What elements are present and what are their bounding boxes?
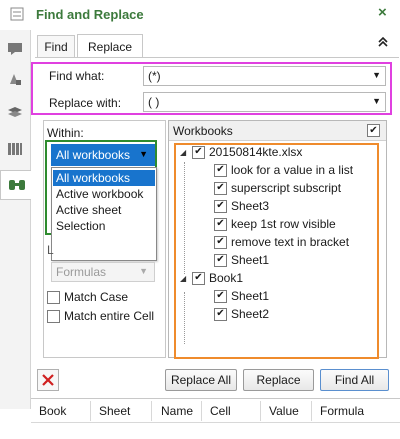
replace-with-value: ( )	[148, 95, 160, 109]
find-all-button[interactable]: Find All	[320, 369, 389, 391]
sheet-name: remove text in bracket	[231, 235, 350, 249]
column-divider	[90, 401, 91, 421]
workbook-checkbox[interactable]: ✔	[192, 271, 205, 285]
sheet-name: Sheet3	[231, 199, 270, 213]
workbook-name: 20150814kte.xlsx	[209, 145, 303, 159]
sheet-name: keep 1st row visible	[231, 217, 336, 231]
column-header-sheet[interactable]: Sheet	[99, 404, 130, 418]
tab-replace[interactable]: Replace	[77, 34, 143, 58]
tree-sheet[interactable]: ✔ Sheet1	[214, 287, 269, 305]
sheet-name: Sheet1	[231, 289, 270, 303]
column-divider	[151, 401, 152, 421]
chevron-down-icon: ▼	[139, 266, 148, 276]
column-divider	[260, 401, 261, 421]
look-in-select[interactable]: Formulas ▼	[51, 262, 155, 282]
sheet-checkbox[interactable]: ✔	[214, 235, 227, 249]
tree-sheet[interactable]: ✔ Sheet2	[214, 305, 269, 323]
layers-icon[interactable]	[4, 102, 26, 124]
tree-sheet[interactable]: ✔ look for a value in a list	[214, 161, 353, 179]
within-option[interactable]: Active workbook	[53, 186, 155, 202]
collapse-arrow-icon[interactable]: ◢	[180, 148, 188, 157]
replace-all-button[interactable]: Replace All	[165, 369, 237, 391]
workbook-name: Book1	[209, 271, 244, 285]
match-case-checkbox[interactable]	[47, 290, 60, 304]
tree-sheet[interactable]: ✔ superscript subscript	[214, 179, 341, 197]
columns-icon[interactable]	[4, 138, 26, 160]
sheet-checkbox[interactable]: ✔	[214, 307, 227, 321]
column-header-name[interactable]: Name	[161, 404, 193, 418]
sheet-name: superscript subscript	[231, 181, 342, 195]
tree-workbook[interactable]: ◢ ✔ Book1	[180, 269, 243, 287]
within-label: Within:	[47, 126, 84, 140]
find-replace-icon[interactable]	[0, 170, 32, 200]
look-in-value: Formulas	[56, 265, 107, 279]
tree-workbook[interactable]: ◢ ✔ 20150814kte.xlsx	[180, 143, 302, 161]
tab-find[interactable]: Find	[37, 35, 75, 57]
sheet-checkbox[interactable]: ✔	[214, 163, 227, 177]
panel-menu-icon[interactable]	[10, 7, 24, 21]
tree-sheet[interactable]: ✔ Sheet3	[214, 197, 269, 215]
results-header: Book Sheet Name Cell Value Formula	[31, 399, 400, 423]
find-what-value: (*)	[148, 69, 161, 83]
results-table: Book Sheet Name Cell Value Formula	[31, 398, 400, 439]
side-rail	[0, 30, 32, 409]
sheet-checkbox[interactable]: ✔	[214, 289, 227, 303]
match-entire-label: Match entire Cell	[64, 309, 155, 323]
tree-guide-line	[184, 292, 185, 344]
match-case-option[interactable]: Match Case	[47, 290, 128, 304]
within-option[interactable]: Active sheet	[53, 202, 155, 218]
clear-icon	[42, 374, 54, 386]
sheet-name: Sheet2	[231, 307, 270, 321]
workbooks-title: Workbooks	[173, 124, 233, 138]
match-entire-checkbox[interactable]	[47, 309, 60, 323]
match-entire-option[interactable]: Match entire Cell	[47, 309, 154, 323]
workbook-checkbox[interactable]: ✔	[192, 145, 205, 159]
clear-results-button[interactable]	[37, 369, 59, 391]
replace-with-label: Replace with:	[49, 96, 122, 110]
sheet-name: look for a value in a list	[231, 163, 354, 177]
chevron-down-icon[interactable]: ▼	[372, 96, 381, 106]
sheet-checkbox[interactable]: ✔	[214, 217, 227, 231]
replace-with-input[interactable]: ( ) ▼	[143, 92, 386, 112]
collapse-icon[interactable]	[378, 36, 388, 50]
tree-guide-line	[184, 162, 185, 274]
chevron-down-icon[interactable]: ▼	[372, 70, 381, 80]
match-case-label: Match Case	[64, 290, 129, 304]
find-replace-panel: Find Replace Find what: (*) ▼ Replace wi…	[31, 30, 400, 439]
column-header-formula[interactable]: Formula	[320, 404, 364, 418]
find-what-input[interactable]: (*) ▼	[143, 66, 386, 86]
tree-sheet[interactable]: ✔ remove text in bracket	[214, 233, 349, 251]
replace-button[interactable]: Replace	[243, 369, 314, 391]
chevron-down-icon[interactable]: ▼	[139, 149, 148, 159]
find-replace-fields: Find what: (*) ▼ Replace with: ( ) ▼	[31, 62, 392, 115]
tab-divider	[35, 57, 399, 58]
column-divider	[311, 401, 312, 421]
column-header-cell[interactable]: Cell	[210, 404, 231, 418]
within-select[interactable]: All workbooks ▼	[51, 144, 155, 166]
within-selected-value: All workbooks	[56, 148, 131, 162]
look-in-label: L	[47, 243, 54, 257]
title-bar: Find and Replace ×	[0, 0, 400, 30]
within-option[interactable]: Selection	[53, 218, 155, 234]
within-option[interactable]: All workbooks	[53, 170, 155, 186]
column-header-book[interactable]: Book	[39, 404, 66, 418]
sheet-checkbox[interactable]: ✔	[214, 181, 227, 195]
formula-icon[interactable]	[4, 68, 26, 90]
window-title: Find and Replace	[36, 7, 144, 22]
column-header-value[interactable]: Value	[269, 404, 299, 418]
column-divider	[201, 401, 202, 421]
sheet-checkbox[interactable]: ✔	[214, 199, 227, 213]
find-what-label: Find what:	[49, 69, 105, 83]
sheet-checkbox[interactable]: ✔	[214, 253, 227, 267]
collapse-arrow-icon[interactable]: ◢	[180, 274, 188, 283]
close-icon[interactable]: ×	[378, 4, 387, 21]
select-all-checkbox[interactable]: ✔	[367, 124, 380, 137]
tree-sheet[interactable]: ✔ Sheet1	[214, 251, 269, 269]
sheet-name: Sheet1	[231, 253, 270, 267]
tree-sheet[interactable]: ✔ keep 1st row visible	[214, 215, 336, 233]
within-dropdown-list: All workbooks Active workbook Active she…	[51, 167, 157, 261]
comment-icon[interactable]	[4, 38, 26, 60]
